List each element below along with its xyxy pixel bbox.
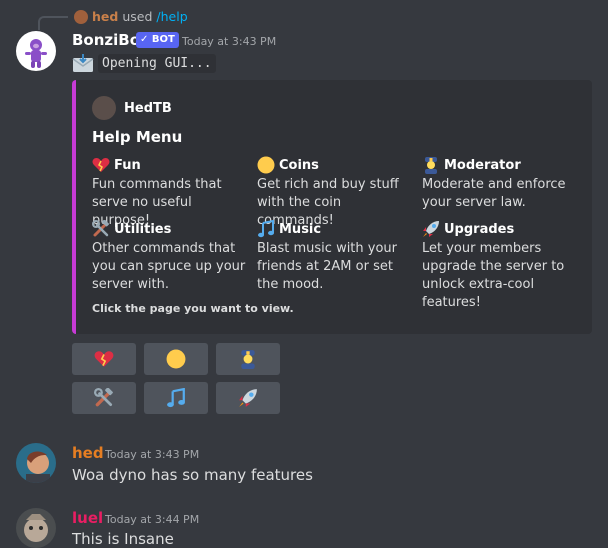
- field-coins: Coins Get rich and buy stuff with the co…: [257, 156, 415, 230]
- reply-command[interactable]: /help: [156, 9, 187, 24]
- coin-icon: [257, 156, 275, 174]
- opening-gui-text: Opening GUI...: [98, 53, 216, 73]
- field-utilities-value: Other commands that you can spruce up yo…: [92, 241, 246, 292]
- luel-avatar[interactable]: [16, 508, 56, 548]
- reply-used-text: used: [122, 9, 153, 24]
- hed-message-content: Woa dyno has so many features: [72, 466, 313, 484]
- hed-username[interactable]: hed: [72, 444, 104, 462]
- utilities-page-button[interactable]: [72, 382, 136, 414]
- heart-broken-icon: [94, 350, 114, 368]
- field-fun: Fun Fun commands that serve no useful pu…: [92, 156, 250, 230]
- luel-username[interactable]: luel: [72, 509, 103, 527]
- police-officer-icon: [422, 156, 440, 174]
- embed-author: HedTB: [92, 96, 172, 120]
- tools-icon: [92, 220, 110, 238]
- embed-author-name: HedTB: [124, 100, 172, 116]
- field-upgrades-name: Upgrades: [444, 221, 515, 237]
- bot-badge: ✓ BOT: [136, 32, 179, 48]
- reply-avatar: [74, 9, 88, 24]
- rocket-icon: [422, 220, 440, 238]
- luel-message-content: This is Insane: [72, 530, 174, 548]
- envelope-icon: [72, 53, 94, 73]
- reply-reference[interactable]: hed used /help: [74, 9, 188, 24]
- music-page-button[interactable]: [144, 382, 208, 414]
- field-moderator-name: Moderator: [444, 157, 521, 173]
- field-fun-name: Fun: [114, 157, 141, 173]
- field-coins-name: Coins: [279, 157, 319, 173]
- embed-title: Help Menu: [92, 128, 183, 146]
- music-note-icon: [257, 220, 275, 238]
- field-upgrades-value: Let your members upgrade the server to u…: [422, 241, 565, 310]
- coins-page-button[interactable]: [144, 343, 208, 375]
- field-upgrades: Upgrades Let your members upgrade the se…: [422, 220, 580, 312]
- police-officer-icon: [238, 349, 258, 369]
- embed-footer: Click the page you want to view.: [92, 302, 294, 315]
- bonzibot-timestamp: Today at 3:43 PM: [182, 35, 277, 48]
- field-moderator: Moderator Moderate and enforce your serv…: [422, 156, 580, 212]
- tools-icon: [94, 388, 114, 408]
- fun-page-button[interactable]: [72, 343, 136, 375]
- field-utilities-name: Utilities: [114, 221, 172, 237]
- rocket-icon: [238, 388, 258, 408]
- field-music-value: Blast music with your friends at 2AM or …: [257, 241, 398, 292]
- embed-author-avatar: [92, 96, 116, 120]
- upgrades-page-button[interactable]: [216, 382, 280, 414]
- hed-avatar[interactable]: [16, 443, 56, 483]
- heart-broken-icon: [92, 157, 110, 173]
- bonzibot-avatar[interactable]: [16, 31, 56, 71]
- field-music: Music Blast music with your friends at 2…: [257, 220, 415, 294]
- coin-icon: [166, 349, 186, 369]
- moderator-page-button[interactable]: [216, 343, 280, 375]
- bonzibot-content: Opening GUI...: [72, 53, 216, 73]
- reply-connector: [38, 16, 68, 30]
- help-embed: HedTB Help Menu Fun Fun commands that se…: [72, 80, 592, 334]
- field-utilities: Utilities Other commands that you can sp…: [92, 220, 250, 294]
- field-moderator-value: Moderate and enforce your server law.: [422, 177, 566, 210]
- music-note-icon: [166, 388, 186, 408]
- hed-timestamp: Today at 3:43 PM: [105, 448, 200, 461]
- reply-username[interactable]: hed: [92, 9, 118, 24]
- luel-timestamp: Today at 3:44 PM: [105, 513, 200, 526]
- field-music-name: Music: [279, 221, 322, 237]
